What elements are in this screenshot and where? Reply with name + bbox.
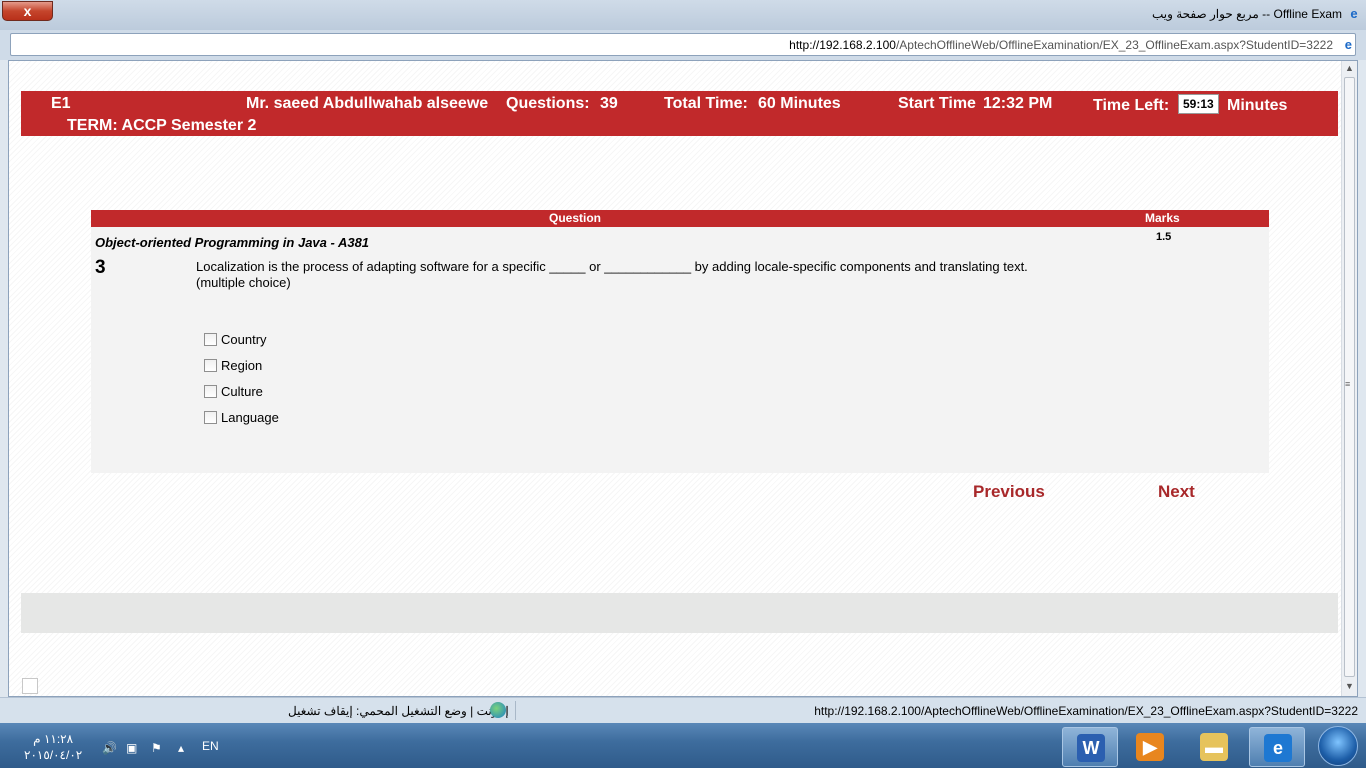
start-time-label: Start Time <box>898 95 976 112</box>
address-field[interactable]: http://192.168.2.100/AptechOfflineWeb/Of… <box>10 33 1356 56</box>
checkbox[interactable] <box>204 385 217 398</box>
globe-icon <box>490 702 506 718</box>
exam-header: E1 Mr. saeed Abdullwahab alseewe Questio… <box>21 91 1338 136</box>
internet-explorer-icon: e <box>1350 6 1358 21</box>
option-region[interactable]: Region <box>204 358 262 373</box>
scroll-thumb[interactable] <box>1344 77 1355 677</box>
status-bar: إنترنت | وضع التشغيل المحمي: إيقاف تشغيل… <box>0 697 1366 723</box>
time-left-value: 59:13 <box>1178 94 1219 114</box>
subject-title: Object-oriented Programming in Java - A3… <box>95 235 370 250</box>
column-marks: Marks <box>1145 211 1180 225</box>
internet-explorer-icon: e <box>1264 734 1292 762</box>
clock-date: ٢٠١٥/٠٤/٠٢ <box>24 748 83 762</box>
total-time-value: 60 Minutes <box>758 95 841 112</box>
page-icon: e <box>1344 37 1352 52</box>
previous-button[interactable]: Previous <box>973 482 1045 502</box>
language-indicator[interactable]: EN <box>202 739 219 753</box>
word-icon: W <box>1077 734 1105 762</box>
explorer-taskbar-button[interactable]: ▬ <box>1186 727 1242 767</box>
broken-image-placeholder <box>22 678 38 694</box>
ie-taskbar-button[interactable]: e <box>1249 727 1305 767</box>
next-button[interactable]: Next <box>1158 482 1195 502</box>
total-time-label: Total Time: <box>664 95 748 112</box>
clock-time: ١١:٢٨ م <box>33 732 74 746</box>
marks-value: 1.5 <box>1156 231 1172 243</box>
vertical-scrollbar[interactable]: ▲ ≡ ▼ <box>1341 61 1357 696</box>
window-titlebar: x Offline Exam -- مربع حوار صفحة ويب e <box>0 0 1366 30</box>
option-label: Culture <box>221 384 263 399</box>
security-zone[interactable]: إنترنت | وضع التشغيل المحمي: إيقاف تشغيل <box>288 704 509 718</box>
option-language[interactable]: Language <box>204 410 279 425</box>
option-label: Country <box>221 332 267 347</box>
option-country[interactable]: Country <box>204 332 267 347</box>
checkbox[interactable] <box>204 359 217 372</box>
time-left-unit: Minutes <box>1227 97 1288 114</box>
divider <box>515 701 516 720</box>
media-player-icon: ▶ <box>1136 733 1164 761</box>
action-center-icon[interactable]: ⚑ <box>151 741 162 755</box>
close-button[interactable]: x <box>2 1 53 21</box>
media-player-taskbar-button[interactable]: ▶ <box>1122 727 1178 767</box>
address-host: http://192.168.2.100 <box>789 38 896 52</box>
status-url: http://192.168.2.100/AptechOfflineWeb/Of… <box>814 704 1358 718</box>
exam-code: E1 <box>51 95 71 112</box>
address-url: http://192.168.2.100/AptechOfflineWeb/Of… <box>789 38 1333 52</box>
show-hidden-icons[interactable]: ▴ <box>178 741 184 755</box>
questions-label: Questions: <box>506 95 590 112</box>
checkbox[interactable] <box>204 411 217 424</box>
speaker-icon[interactable]: 🔊 <box>102 741 117 755</box>
term: TERM: ACCP Semester 2 <box>67 117 257 134</box>
question-type: (multiple choice) <box>196 275 291 290</box>
page-content: E1 Mr. saeed Abdullwahab alseewe Questio… <box>9 61 1342 696</box>
word-taskbar-button[interactable]: W <box>1062 727 1118 767</box>
footer-bar <box>21 593 1338 633</box>
column-question: Question <box>549 211 602 225</box>
window-title: Offline Exam -- مربع حوار صفحة ويب <box>1151 7 1342 21</box>
option-culture[interactable]: Culture <box>204 384 263 399</box>
question-table-header: Question Marks <box>91 210 1269 227</box>
scroll-down-icon[interactable]: ▼ <box>1345 681 1354 691</box>
checkbox[interactable] <box>204 333 217 346</box>
scroll-up-icon[interactable]: ▲ <box>1345 63 1354 73</box>
questions-value: 39 <box>600 95 618 112</box>
question-text: Localization is the process of adapting … <box>196 259 1028 291</box>
student-name: Mr. saeed Abdullwahab alseewe <box>246 95 489 112</box>
folder-icon: ▬ <box>1200 733 1228 761</box>
scroll-grip-icon: ≡ <box>1345 379 1351 389</box>
network-icon[interactable]: ▣ <box>126 741 137 755</box>
option-label: Language <box>221 410 279 425</box>
address-path: /AptechOfflineWeb/OfflineExamination/EX_… <box>895 38 1333 52</box>
browser-viewport: E1 Mr. saeed Abdullwahab alseewe Questio… <box>8 60 1358 697</box>
taskbar: ١١:٢٨ م ٢٠١٥/٠٤/٠٢ 🔊 ▣ ⚑ ▴ EN W ▶ ▬ e <box>0 723 1366 768</box>
question-number: 3 <box>95 257 106 278</box>
clock[interactable]: ١١:٢٨ م ٢٠١٥/٠٤/٠٢ <box>24 731 82 763</box>
time-left-label: Time Left: <box>1093 97 1170 114</box>
address-bar: http://192.168.2.100/AptechOfflineWeb/Of… <box>0 30 1366 60</box>
option-label: Region <box>221 358 263 373</box>
question-body: Localization is the process of adapting … <box>196 259 1028 274</box>
question-table: Question Marks Object-oriented Programmi… <box>91 210 1269 473</box>
start-button[interactable] <box>1318 726 1358 766</box>
start-time-value: 12:32 PM <box>983 95 1053 112</box>
